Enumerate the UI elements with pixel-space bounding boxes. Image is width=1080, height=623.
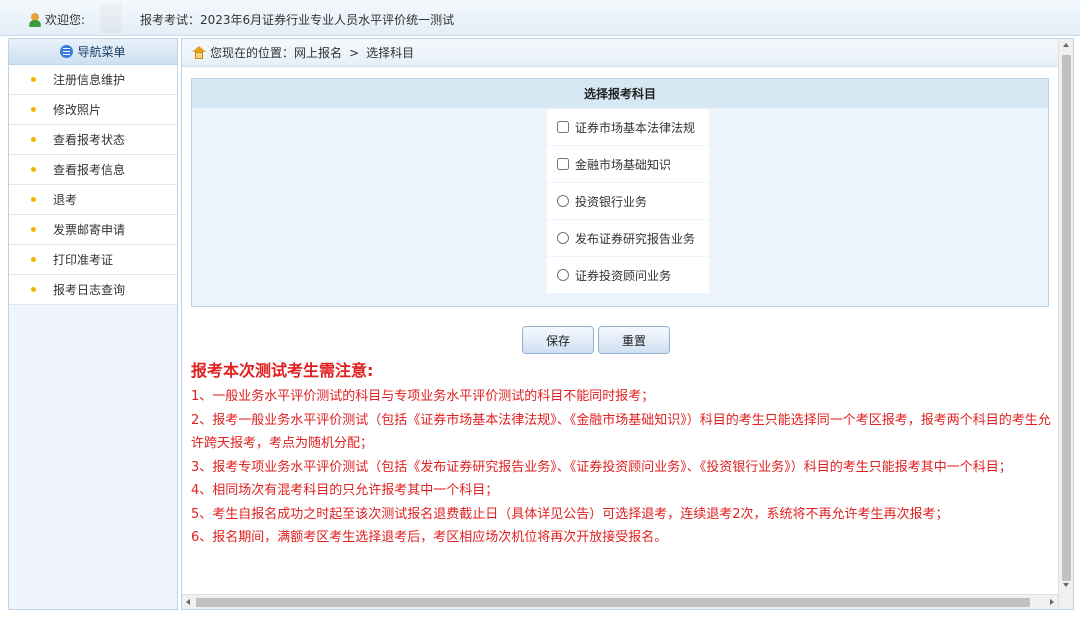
subject-options: 证券市场基本法律法规 金融市场基础知识 投资银行业务 发布证券研究报告业务 证券…: [547, 109, 709, 294]
horizontal-scrollbar[interactable]: [182, 594, 1058, 609]
bullet-icon: [31, 167, 36, 172]
sidebar-item-label: 查看报考状态: [53, 133, 126, 147]
subject-checkbox[interactable]: [557, 158, 569, 170]
vertical-scroll-thumb[interactable]: [1062, 55, 1071, 581]
notice-line: 6、报名期间，满额考区考生选择退考后，考区相应场次机位将再次开放接受报名。: [191, 530, 668, 545]
notice-line: 2、报考一般业务水平评价测试（包括《证券市场基本法律法规》、《金融市场基础知识》…: [191, 412, 1051, 452]
subject-option-label: 证券市场基本法律法规: [575, 120, 696, 135]
sidebar-item-label: 报考日志查询: [53, 283, 126, 297]
bullet-icon: [31, 137, 36, 142]
username-placeholder: [100, 3, 122, 33]
welcome-label: 欢迎您:: [45, 13, 86, 27]
scroll-down-icon[interactable]: [1063, 583, 1069, 587]
vertical-scrollbar[interactable]: [1058, 39, 1073, 609]
save-button[interactable]: 保存: [522, 326, 594, 354]
main-content: 您现在的位置：网上报名 > 选择科目 选择报考科目 证券市场基本法律法规 金融市…: [181, 38, 1074, 610]
scroll-right-icon[interactable]: [1050, 599, 1054, 605]
sidebar-item-label: 注册信息维护: [53, 73, 126, 87]
sidebar-item-label: 查看报考信息: [53, 163, 126, 177]
sidebar-item-withdraw[interactable]: 退考: [9, 185, 177, 215]
sidebar-item-label: 修改照片: [53, 103, 102, 117]
notice-section: 报考本次测试考生需注意: 1、一般业务水平评价测试的科目与专项业务水平评价测试的…: [191, 357, 1053, 550]
subject-radio[interactable]: [557, 232, 569, 244]
breadcrumb-current: 选择科目: [366, 46, 415, 60]
user-icon: [28, 12, 42, 27]
sidebar-item-registration-status[interactable]: 查看报考状态: [9, 125, 177, 155]
notice-title: 报考本次测试考生需注意:: [191, 361, 374, 380]
notice-line: 1、一般业务水平评价测试的科目与专项业务水平评价测试的科目不能同时报考；: [191, 389, 655, 404]
welcome-area: 欢迎您:: [28, 11, 85, 28]
sidebar: 导航菜单 注册信息维护 修改照片 查看报考状态 查看报考信息 退考 发票邮寄申请…: [8, 38, 178, 610]
breadcrumb-prefix: 您现在的位置：网上报名: [210, 46, 343, 60]
subject-option-financial-basics[interactable]: 金融市场基础知识: [547, 146, 709, 183]
subject-option-label: 证券投资顾问业务: [575, 268, 672, 283]
subject-option-label: 投资银行业务: [575, 194, 648, 209]
subject-panel-title: 选择报考科目: [192, 79, 1048, 108]
breadcrumb: 您现在的位置：网上报名 > 选择科目: [182, 39, 1073, 67]
subject-checkbox[interactable]: [557, 121, 569, 133]
subject-selection-panel: 选择报考科目 证券市场基本法律法规 金融市场基础知识 投资银行业务 发布证券研究…: [191, 78, 1049, 307]
bullet-icon: [31, 107, 36, 112]
sidebar-item-invoice-mail[interactable]: 发票邮寄申请: [9, 215, 177, 245]
subject-option-label: 金融市场基础知识: [575, 157, 672, 172]
nav-header: 导航菜单: [9, 39, 177, 65]
bullet-icon: [31, 287, 36, 292]
subject-radio[interactable]: [557, 269, 569, 281]
subject-radio[interactable]: [557, 195, 569, 207]
nav-header-label: 导航菜单: [77, 45, 126, 59]
subject-option-securities-law[interactable]: 证券市场基本法律法规: [547, 109, 709, 146]
sidebar-item-label: 发票邮寄申请: [53, 223, 126, 237]
notice-line: 4、相同场次有混考科目的只允许报考其中一个科目；: [191, 483, 499, 498]
reset-button[interactable]: 重置: [598, 326, 670, 354]
home-icon: [192, 46, 206, 59]
notice-line: 5、考生自报名成功之时起至该次测试报名退费截止日（具体详见公告）可选择退考，连续…: [191, 506, 949, 522]
sidebar-item-registration-info[interactable]: 查看报考信息: [9, 155, 177, 185]
top-bar: 欢迎您: 报考考试：2023年6月证券行业专业人员水平评价统一测试: [0, 0, 1080, 36]
form-buttons: 保存 重置: [522, 326, 674, 354]
exam-title: 报考考试：2023年6月证券行业专业人员水平评价统一测试: [140, 13, 455, 27]
subject-option-investment-advisor[interactable]: 证券投资顾问业务: [547, 257, 709, 294]
scroll-up-icon[interactable]: [1063, 43, 1069, 47]
scroll-left-icon[interactable]: [186, 599, 190, 605]
sidebar-item-register-info[interactable]: 注册信息维护: [9, 65, 177, 95]
sidebar-item-label: 打印准考证: [53, 253, 114, 267]
bullet-icon: [31, 197, 36, 202]
horizontal-scroll-thumb[interactable]: [196, 598, 1030, 607]
sidebar-item-print-admission[interactable]: 打印准考证: [9, 245, 177, 275]
bullet-icon: [31, 227, 36, 232]
menu-list-icon: [60, 45, 74, 58]
notice-line: 3、报考专项业务水平评价测试（包括《发布证券研究报告业务》、《证券投资顾问业务》…: [191, 459, 1012, 475]
subject-option-label: 发布证券研究报告业务: [575, 231, 696, 246]
bullet-icon: [31, 257, 36, 262]
breadcrumb-separator: >: [349, 45, 360, 60]
sidebar-item-label: 退考: [53, 193, 78, 207]
sidebar-item-log-query[interactable]: 报考日志查询: [9, 275, 177, 305]
subject-option-investment-banking[interactable]: 投资银行业务: [547, 183, 709, 220]
bullet-icon: [31, 77, 36, 82]
sidebar-item-change-photo[interactable]: 修改照片: [9, 95, 177, 125]
subject-option-research-report[interactable]: 发布证券研究报告业务: [547, 220, 709, 257]
